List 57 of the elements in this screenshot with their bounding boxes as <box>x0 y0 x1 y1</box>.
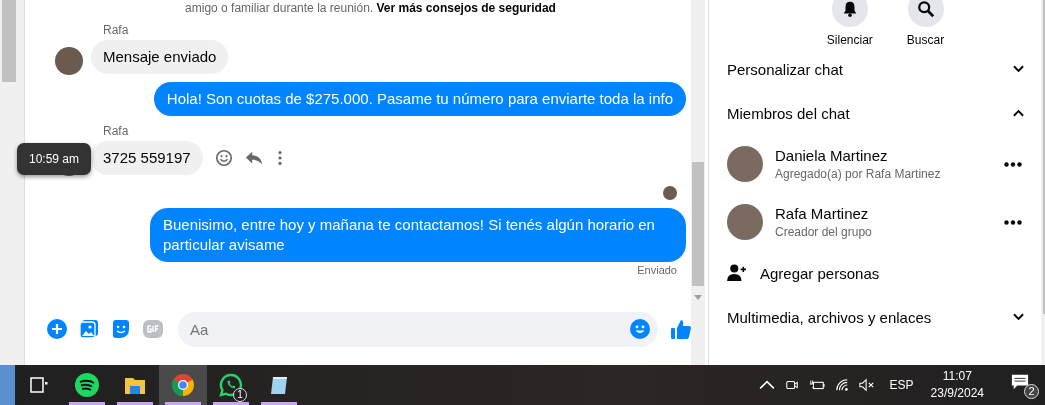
member-avatar <box>727 146 763 182</box>
scrollbar-thumb[interactable] <box>692 162 704 286</box>
image-icon[interactable] <box>79 319 99 339</box>
avatar <box>55 47 83 75</box>
chevron-icon <box>1013 65 1024 73</box>
music-app-icon <box>75 373 99 397</box>
action-label: Silenciar <box>826 33 873 47</box>
emoji-icon[interactable] <box>214 149 233 167</box>
member-name: Daniela Martinez <box>775 147 889 164</box>
chat-app-icon <box>219 373 243 397</box>
reply-icon[interactable] <box>244 149 263 167</box>
chevron-icon <box>1013 109 1024 117</box>
language-indicator[interactable]: ESP <box>889 378 914 392</box>
chevron-up-icon[interactable] <box>758 378 775 392</box>
wifi-icon[interactable] <box>833 378 850 392</box>
sender-name: Rafa <box>103 124 130 138</box>
message-bubble: 3725 559197 <box>91 141 203 175</box>
thumbs-up-icon[interactable] <box>670 318 692 340</box>
bell-icon[interactable] <box>831 0 868 27</box>
notifications-icon[interactable] <box>1011 373 1029 391</box>
scrollbar-thumb[interactable] <box>2 0 16 82</box>
message-status: Enviado <box>637 264 677 276</box>
clock-time[interactable]: 11:07 <box>942 368 972 385</box>
timestamp-tooltip: 10:59 am <box>17 143 92 175</box>
add-people-button[interactable]: Agregar personas <box>727 251 1024 295</box>
member-avatar <box>727 204 763 240</box>
safety-notice: amigo o familiar durante la reunión. Ver más consejos de seguridad <box>184 1 557 15</box>
battery-icon[interactable] <box>808 378 825 392</box>
notification-badge: 2 <box>1024 384 1039 399</box>
read-receipt-avatar <box>663 186 677 200</box>
message-bubble: Hola! Son cuotas de $275.000. Pasame tu número para enviarte toda la info <box>153 82 686 116</box>
more-icon[interactable] <box>1004 219 1022 225</box>
more-icon[interactable] <box>1004 161 1022 167</box>
notification-badge: 1 <box>233 388 247 402</box>
browser-icon <box>171 373 195 397</box>
message-input[interactable]: Aa <box>178 311 658 347</box>
member-name: Rafa Martinez <box>775 205 870 222</box>
camera-icon[interactable] <box>783 378 800 392</box>
taskbar-app-button[interactable]: 1 <box>207 365 255 405</box>
member-note: Creador del grupo <box>775 225 873 239</box>
plus-icon[interactable] <box>47 319 67 339</box>
sticker-icon[interactable] <box>111 319 131 339</box>
action-label: Buscar <box>906 33 945 47</box>
member-note: Agregado(a) por Rafa Martinez <box>775 167 942 181</box>
section-header[interactable]: Personalizar chat <box>727 47 1024 91</box>
section-header[interactable]: Multimedia, archivos y enlaces <box>727 295 1024 339</box>
emoji-icon[interactable] <box>630 318 650 339</box>
add-person-icon <box>727 264 747 282</box>
taskbar-app-button[interactable] <box>159 365 207 405</box>
sender-name: Rafa <box>103 23 130 37</box>
message-bubble: Buenisimo, entre hoy y mañana te contactamos! Si tenés algún horario en particular avisame <box>150 208 686 262</box>
clock-date[interactable]: 23/9/2024 <box>930 385 984 402</box>
message-bubble: Mensaje enviado <box>91 40 229 74</box>
volume-muted-icon[interactable] <box>858 378 875 392</box>
chevron-icon <box>1013 313 1024 321</box>
section-header[interactable]: Miembros del chat <box>727 91 1024 135</box>
search-icon[interactable] <box>907 0 944 27</box>
